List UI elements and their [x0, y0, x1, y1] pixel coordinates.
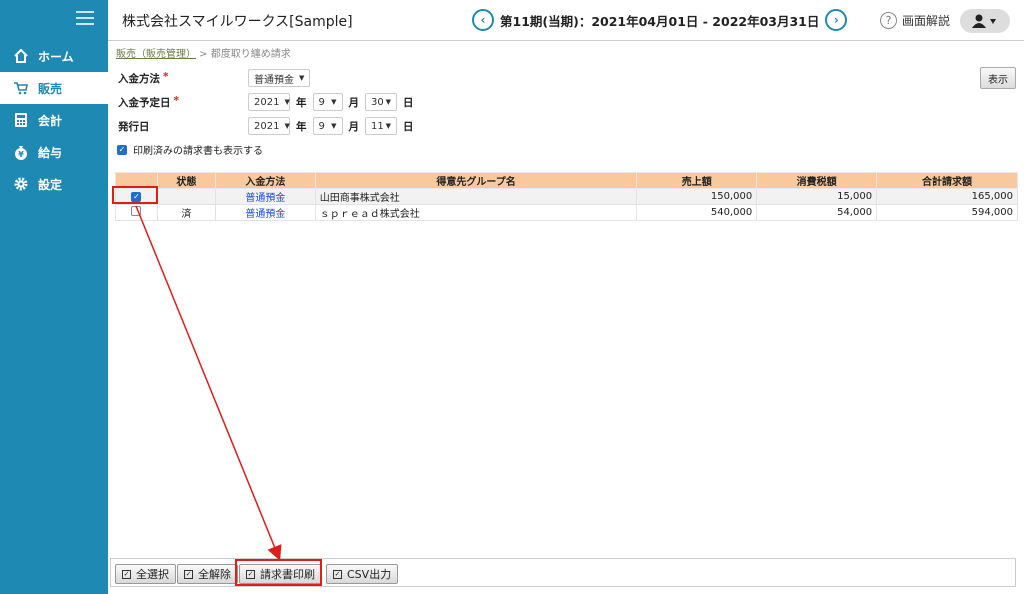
checkbox-highlight-annotation [112, 186, 158, 204]
customer-cell: ｓｐｒｅａｄ株式会社 [314, 204, 638, 221]
sidebar-item-home[interactable]: ホーム [0, 40, 108, 72]
user-menu-button[interactable] [960, 9, 1010, 33]
issue-year-select[interactable]: 2021 ▼ [248, 117, 290, 135]
total-cell: 594,000 [876, 204, 1018, 221]
year-unit: 年 [296, 120, 307, 133]
payment-method-link[interactable]: 普通預金 [214, 188, 316, 205]
deselect-all-button[interactable]: ✓ 全解除 [177, 564, 238, 584]
day-unit: 日 [403, 120, 414, 133]
help-button[interactable]: ? 画面解説 [880, 12, 950, 29]
row-checkbox[interactable] [131, 206, 142, 216]
chevron-left-icon: ‹ [480, 13, 486, 27]
status-cell [156, 188, 216, 205]
caret-down-icon: ▼ [385, 98, 391, 106]
calculator-icon [12, 111, 30, 129]
payment-method-select[interactable]: 普通預金 ▼ [248, 69, 311, 87]
status-cell: 済 [156, 204, 216, 221]
sidebar-item-label: 会計 [38, 113, 63, 128]
prev-period-button[interactable]: ‹ [472, 9, 494, 31]
col-sales: 売上額 [636, 172, 758, 189]
col-payment-method: 入金方法 [214, 172, 316, 189]
col-customer-group: 得意先グループ名 [314, 172, 638, 189]
due-day-select[interactable]: 30 ▼ [365, 93, 397, 111]
caret-down-icon: ▼ [331, 98, 337, 106]
select-all-button[interactable]: ✓ 全選択 [115, 564, 176, 584]
issue-month-select[interactable]: 9 ▼ [312, 117, 343, 135]
breadcrumb-separator: > [196, 49, 211, 60]
breadcrumb: 販売（販売管理） > 都度取り纏め請求 [116, 45, 291, 60]
sales-cell: 150,000 [636, 188, 758, 205]
due-year-select[interactable]: 2021 ▼ [248, 93, 290, 111]
home-icon [12, 47, 30, 65]
check-square-icon: ✓ [184, 569, 193, 579]
caret-down-icon: ▼ [284, 98, 290, 106]
due-date-row: 入金予定日 * 2021 ▼ 年 9 ▼ 月 30 ▼ 日 [118, 93, 420, 111]
company-name: 株式会社スマイルワークス[Sample] [122, 14, 353, 30]
sidebar-item-label: 設定 [38, 177, 63, 192]
show-printed-row: ✓ 印刷済みの請求書も表示する [117, 142, 263, 157]
hamburger-menu-icon[interactable] [76, 11, 94, 25]
issue-date-label: 発行日 [118, 120, 150, 133]
sidebar-item-sales[interactable]: 販売 [0, 72, 108, 104]
main-content: 販売（販売管理） > 都度取り纏め請求 入金方法 * 普通預金 ▼ 入金予定日 * 2… [108, 41, 1024, 594]
breadcrumb-current: 都度取り纏め請求 [210, 49, 291, 60]
caret-down-icon: ▼ [299, 74, 305, 82]
show-printed-label: 印刷済みの請求書も表示する [133, 146, 263, 157]
help-label: 画面解説 [902, 14, 951, 28]
print-button-highlight-annotation [235, 559, 322, 586]
due-date-label: 入金予定日 * [118, 94, 179, 109]
payment-method-link[interactable]: 普通預金 [214, 204, 316, 221]
table-header-row: 状態 入金方法 得意先グループ名 売上額 消費税額 合計請求額 [115, 172, 1018, 189]
gear-icon [12, 175, 30, 193]
sidebar-item-label: ホーム [38, 49, 74, 64]
check-square-icon: ✓ [333, 569, 342, 579]
sidebar: ホーム 販売 会計 ¥ 給与 設定 [0, 0, 108, 594]
question-icon: ? [880, 12, 897, 29]
csv-output-button[interactable]: ✓ CSV出力 [326, 564, 399, 584]
month-unit: 月 [348, 96, 360, 109]
sidebar-item-settings[interactable]: 設定 [0, 168, 108, 200]
year-unit: 年 [296, 96, 307, 109]
tax-cell: 15,000 [756, 188, 878, 205]
total-cell: 165,000 [876, 188, 1018, 205]
day-unit: 日 [403, 96, 414, 109]
caret-down-icon: ▼ [331, 122, 337, 130]
caret-down-icon: ▼ [385, 122, 391, 130]
customer-cell: 山田商事株式会社 [314, 188, 638, 205]
col-tax: 消費税額 [756, 172, 878, 189]
breadcrumb-link-sales[interactable]: 販売（販売管理） [116, 49, 196, 60]
issue-date-row: 発行日 2021 ▼ 年 9 ▼ 月 11 ▼ 日 [118, 117, 420, 135]
check-square-icon: ✓ [122, 569, 131, 579]
sidebar-item-accounting[interactable]: 会計 [0, 104, 108, 136]
issue-day-select[interactable]: 11 ▼ [365, 117, 397, 135]
period-text: 第11期(当期)：2021年04月01日 - 2022年03月31日 [500, 13, 820, 29]
invoice-table: 状態 入金方法 得意先グループ名 売上額 消費税額 合計請求額 ✓ 普通預金 山… [115, 172, 1018, 221]
table-row: ✓ 普通預金 山田商事株式会社 150,000 15,000 165,000 [115, 188, 1018, 205]
sales-cell: 540,000 [636, 204, 758, 221]
svg-text:¥: ¥ [18, 150, 24, 159]
payment-method-label: 入金方法 * [118, 70, 169, 85]
sidebar-item-label: 給与 [38, 145, 63, 160]
money-bag-icon: ¥ [12, 143, 30, 161]
show-printed-checkbox[interactable]: ✓ [117, 144, 127, 155]
table-row: 済 普通預金 ｓｐｒｅａｄ株式会社 540,000 54,000 594,000 [115, 204, 1018, 221]
sidebar-item-payroll[interactable]: ¥ 給与 [0, 136, 108, 168]
top-header: 株式会社スマイルワークス[Sample] ‹ 第11期(当期)：2021年04月… [108, 0, 1024, 41]
sidebar-item-label: 販売 [38, 81, 63, 96]
fiscal-period: ‹ 第11期(当期)：2021年04月01日 - 2022年03月31日 › [472, 9, 848, 31]
tax-cell: 54,000 [756, 204, 878, 221]
col-status: 状態 [156, 172, 216, 189]
due-month-select[interactable]: 9 ▼ [312, 93, 343, 111]
next-period-button[interactable]: › [825, 9, 848, 31]
cart-icon [12, 79, 30, 97]
show-button[interactable]: 表示 [980, 67, 1016, 89]
caret-down-icon: ▼ [284, 122, 290, 130]
col-total: 合計請求額 [876, 172, 1018, 189]
row-select-cell [115, 204, 158, 221]
month-unit: 月 [348, 120, 360, 133]
chevron-right-icon: › [833, 13, 839, 27]
payment-method-row: 入金方法 * 普通預金 ▼ [118, 69, 311, 87]
user-icon [972, 14, 996, 28]
